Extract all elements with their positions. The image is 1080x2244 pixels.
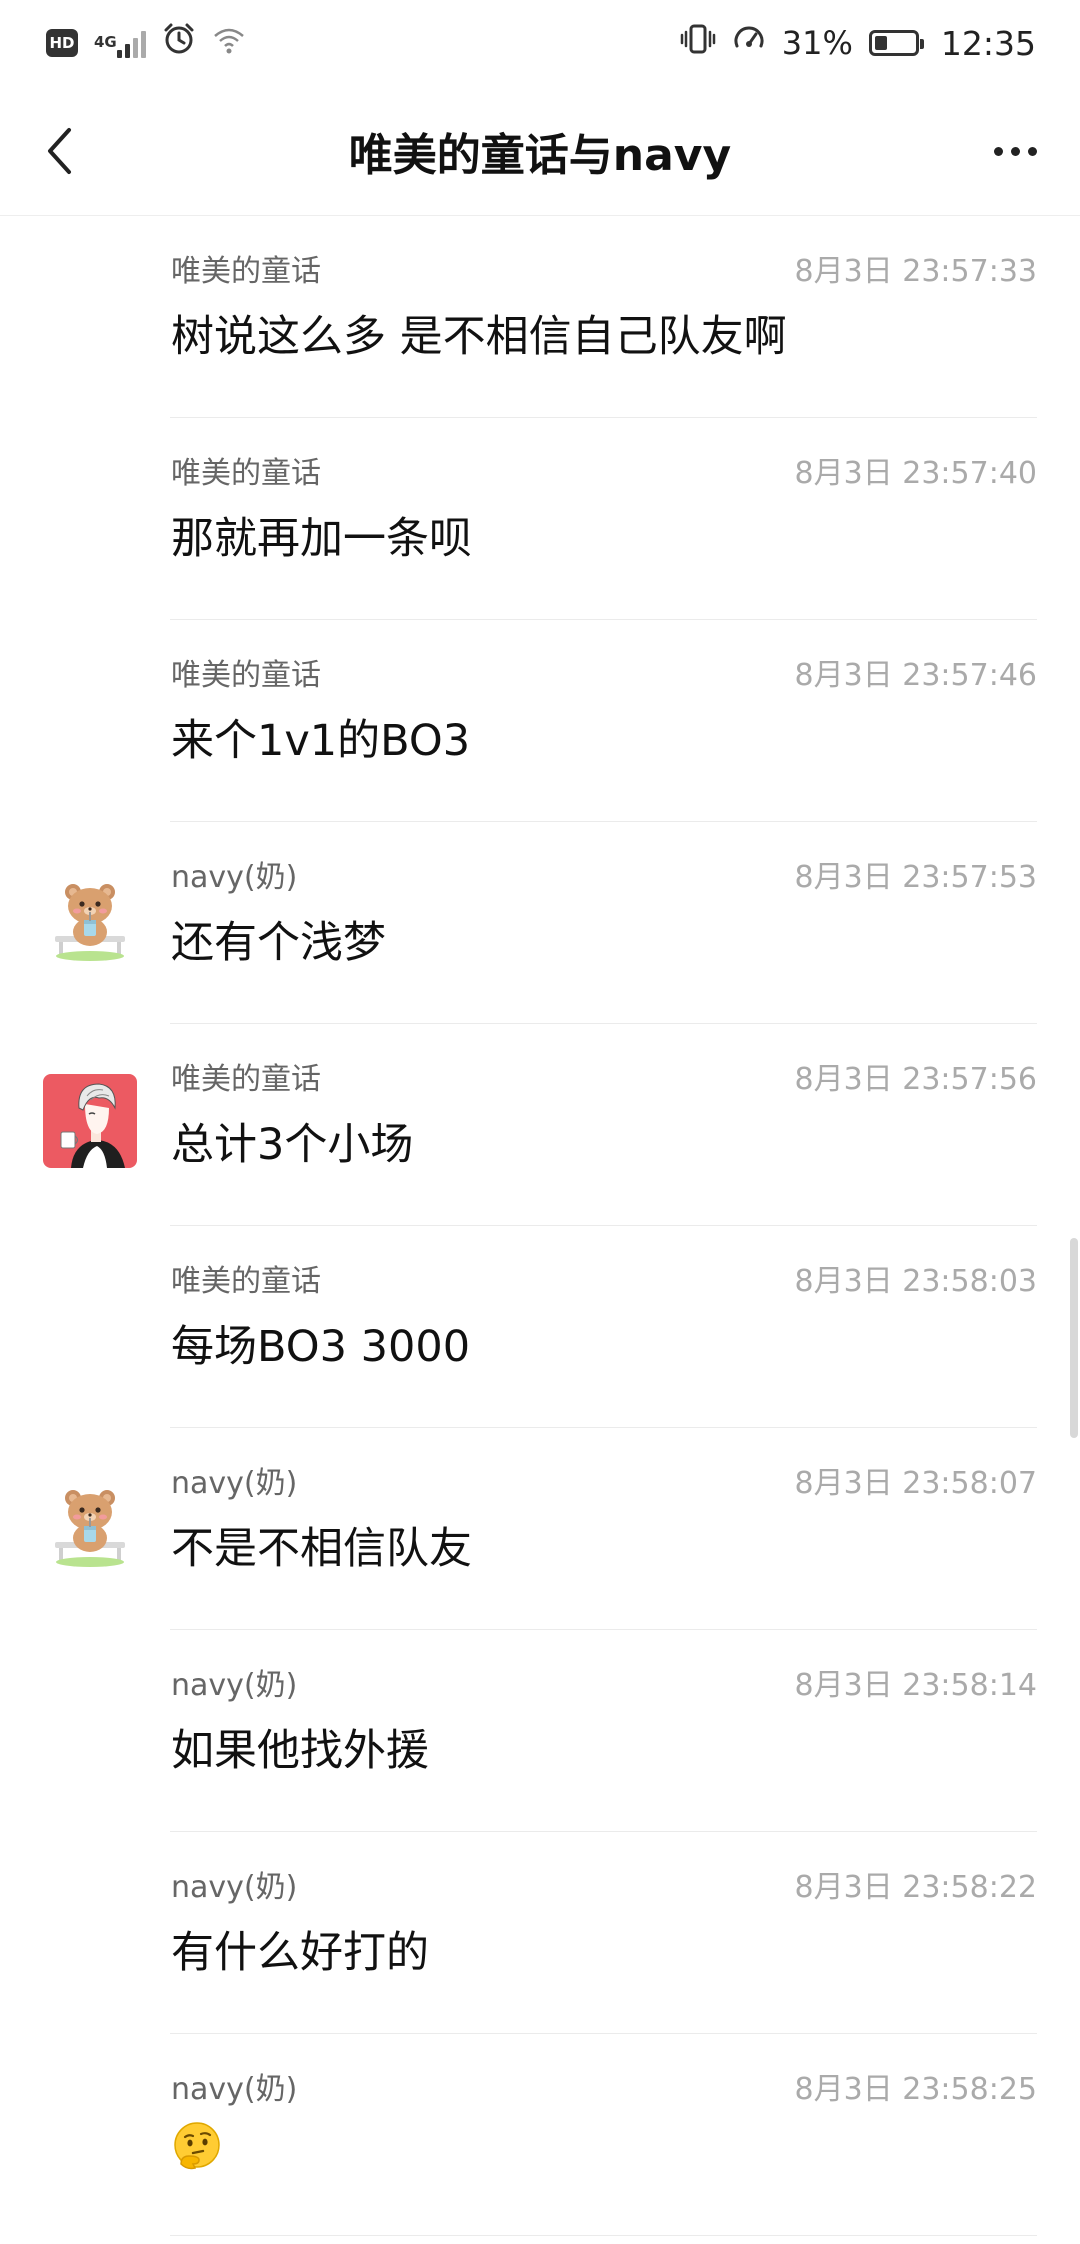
message-item[interactable]: 唯美的童话 8月3日 23:57:46 来个1v1的BO3 [0, 620, 1080, 822]
network-type-label: 4G [94, 33, 117, 51]
more-dot [1027, 146, 1037, 156]
message-timestamp: 8月3日 23:58:07 [794, 1466, 1037, 1501]
message-sender: navy(奶) [171, 1668, 298, 1703]
signal-icon [116, 28, 146, 58]
battery-icon [868, 30, 924, 56]
message-text[interactable]: 如果他找外援 [171, 1716, 429, 1778]
message-timestamp: 8月3日 23:58:03 [794, 1264, 1037, 1299]
back-button[interactable] [30, 121, 90, 181]
speedometer-icon [732, 22, 766, 64]
alarm-icon [162, 22, 196, 64]
message-timestamp: 8月3日 23:57:56 [794, 1062, 1037, 1097]
anime-boy-avatar[interactable] [43, 1074, 137, 1168]
battery-percent: 31% [781, 24, 853, 62]
more-dots-icon [993, 146, 1003, 156]
status-bar-right: 31% 12:35 [680, 22, 1036, 64]
message-text[interactable]: 总计3个小场 [171, 1110, 413, 1172]
battery-level [874, 36, 887, 50]
cellular-signal: 4G [94, 28, 146, 58]
message-list[interactable]: 唯美的童话 8月3日 23:57:33 树说这么多 是不相信自己队友啊 唯美的童话 8月… [0, 216, 1080, 2236]
message-timestamp: 8月3日 23:58:22 [794, 1870, 1037, 1905]
message-text[interactable]: 还有个浅梦 [171, 908, 386, 970]
more-dot [1010, 146, 1020, 156]
message-sender: 唯美的童话 [171, 1062, 321, 1097]
message-sender: 唯美的童话 [171, 456, 321, 491]
message-sender: navy(奶) [171, 860, 298, 895]
message-timestamp: 8月3日 23:57:33 [794, 254, 1037, 289]
wifi-icon [212, 24, 246, 63]
message-text[interactable]: 有什么好打的 [171, 1918, 429, 1980]
page-title: 唯美的童话与navy [348, 130, 732, 181]
bear-avatar[interactable] [43, 872, 137, 966]
message-item[interactable]: 唯美的童话 8月3日 23:57:56 总计3个小场 [0, 1024, 1080, 1226]
thinking-face-emoji [171, 2120, 223, 2172]
more-options-button[interactable] [980, 121, 1050, 181]
message-item[interactable]: navy(奶) 8月3日 23:58:14 如果他找外援 [0, 1630, 1080, 1832]
message-sender: 唯美的童话 [171, 658, 321, 693]
message-timestamp: 8月3日 23:58:25 [794, 2072, 1037, 2107]
message-item[interactable]: 唯美的童话 8月3日 23:58:03 每场BO3 3000 [0, 1226, 1080, 1428]
message-item[interactable]: navy(奶) 8月3日 23:58:25 [0, 2034, 1080, 2236]
chevron-left-icon [48, 128, 71, 174]
message-sender: 唯美的童话 [171, 254, 321, 289]
message-item[interactable]: 唯美的童话 8月3日 23:57:40 那就再加一条呗 [0, 418, 1080, 620]
bear-avatar[interactable] [43, 1478, 137, 1572]
message-sender: navy(奶) [171, 1870, 298, 1905]
message-timestamp: 8月3日 23:57:46 [794, 658, 1037, 693]
hd-icon: HD [46, 29, 78, 57]
message-text[interactable]: 每场BO3 3000 [171, 1312, 470, 1374]
message-timestamp: 8月3日 23:58:14 [794, 1668, 1037, 1703]
message-timestamp: 8月3日 23:57:53 [794, 860, 1037, 895]
divider [170, 2235, 1037, 2236]
status-bar-left: HD 4G [46, 22, 246, 64]
vibrate-icon [680, 22, 716, 64]
message-text[interactable]: 来个1v1的BO3 [171, 706, 470, 768]
title-bar: 唯美的童话与navy [0, 86, 1080, 216]
scrollbar-thumb[interactable] [1070, 1238, 1078, 1438]
message-text[interactable]: 不是不相信队友 [171, 1514, 472, 1576]
message-item[interactable]: 唯美的童话 8月3日 23:57:33 树说这么多 是不相信自己队友啊 [0, 216, 1080, 418]
message-item[interactable]: navy(奶) 8月3日 23:57:53 还有个浅梦 [0, 822, 1080, 1024]
message-sender: navy(奶) [171, 1466, 298, 1501]
message-text[interactable]: 树说这么多 是不相信自己队友啊 [171, 302, 787, 364]
message-item[interactable]: navy(奶) 8月3日 23:58:07 不是不相信队友 [0, 1428, 1080, 1630]
status-bar: HD 4G 31% 12:35 [0, 0, 1080, 86]
message-sender: 唯美的童话 [171, 1264, 321, 1299]
clock: 12:35 [940, 23, 1036, 63]
message-item[interactable]: navy(奶) 8月3日 23:58:22 有什么好打的 [0, 1832, 1080, 2034]
message-sender: navy(奶) [171, 2072, 298, 2107]
message-text[interactable]: 那就再加一条呗 [171, 504, 472, 566]
message-timestamp: 8月3日 23:57:40 [794, 456, 1037, 491]
